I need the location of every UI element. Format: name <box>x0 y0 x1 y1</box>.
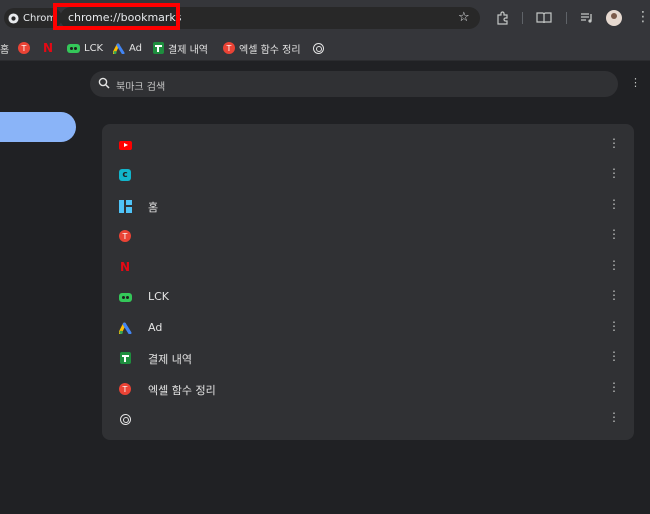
bookmark-bar-item-netflix[interactable]: N <box>43 40 53 56</box>
row-more-icon[interactable]: ⋮ <box>608 349 620 363</box>
toolbar-divider <box>566 12 567 24</box>
youtube-icon <box>118 138 132 152</box>
bookmark-label: Ad <box>148 321 163 334</box>
bookmark-list-card: ⋮ c ⋮ 홈 ⋮ T ⋮ N ⋮ LCK ⋮ Ad ⋮ 결제 내역 ⋮ T 엑… <box>102 124 634 440</box>
row-more-icon[interactable]: ⋮ <box>608 410 620 424</box>
bookmark-row[interactable]: T 엑셀 함수 정리 ⋮ <box>102 374 634 404</box>
row-more-icon[interactable]: ⋮ <box>608 166 620 180</box>
bookmark-bar-label: 엑셀 함수 정리 <box>239 44 301 56</box>
row-more-icon[interactable]: ⋮ <box>608 380 620 394</box>
search-icon <box>98 77 110 89</box>
row-more-icon[interactable]: ⋮ <box>608 319 620 333</box>
red-circle-icon: T <box>18 42 30 54</box>
red-circle-icon: T <box>223 42 235 54</box>
bookmark-label: 엑셀 함수 정리 <box>148 384 216 397</box>
dashboard-icon <box>118 199 132 213</box>
site-chip-label: Chrom <box>23 12 57 24</box>
bookmark-label: 홈 <box>148 201 159 214</box>
bookmark-bar-item-excel[interactable]: T 엑셀 함수 정리 <box>223 40 301 56</box>
extensions-icon[interactable] <box>496 9 510 27</box>
browser-toolbar: Chrom chrome://bookmarks ☆ ⋮ <box>0 0 650 36</box>
sheets-icon <box>153 42 164 54</box>
sidebar-item-selected[interactable] <box>0 112 76 142</box>
bookmark-bar-label: 결제 내역 <box>168 44 208 56</box>
bookmark-bar-item-ad[interactable]: Ad <box>113 40 142 56</box>
bookmark-bar-label: Ad <box>129 42 143 54</box>
row-more-icon[interactable]: ⋮ <box>608 288 620 302</box>
search-input[interactable]: 북마크 검색 <box>116 78 165 93</box>
bookmark-row[interactable]: Ad ⋮ <box>102 313 634 343</box>
globe-icon <box>118 412 132 426</box>
more-menu-icon[interactable]: ⋮ <box>636 9 650 25</box>
bookmark-bar-item-payments[interactable]: 결제 내역 <box>153 40 208 56</box>
bookmarks-bar: 홈 T N LCK Ad 결제 내역 T 엑셀 함수 정리 <box>0 36 650 61</box>
google-ads-icon <box>113 43 125 54</box>
media-control-icon[interactable] <box>580 9 594 27</box>
globe-icon <box>313 42 324 54</box>
bookmark-search-bar[interactable]: 북마크 검색 <box>90 71 618 97</box>
bookmark-bar-item-lck[interactable]: LCK <box>67 40 103 56</box>
row-more-icon[interactable]: ⋮ <box>608 258 620 272</box>
page-more-menu-icon[interactable]: ⋮ <box>630 76 641 89</box>
bookmark-row[interactable]: c ⋮ <box>102 160 634 190</box>
highlight-box <box>53 3 180 30</box>
netflix-icon: N <box>119 260 131 274</box>
bookmark-bar-item-globe[interactable] <box>313 40 324 56</box>
bookmark-row[interactable]: 홈 ⋮ <box>102 191 634 221</box>
red-circle-icon: T <box>118 382 132 396</box>
teal-app-icon: c <box>118 168 132 182</box>
bookmark-row[interactable]: N ⋮ <box>102 252 634 282</box>
bookmark-row[interactable]: ⋮ <box>102 130 634 160</box>
google-ads-icon <box>118 321 132 335</box>
bookmark-label: 결제 내역 <box>148 353 192 366</box>
reading-mode-icon[interactable] <box>536 9 552 27</box>
bookmark-row[interactable]: 결제 내역 ⋮ <box>102 343 634 373</box>
bookmark-row[interactable]: LCK ⋮ <box>102 282 634 312</box>
bookmark-bar-label: 홈 <box>0 44 10 56</box>
toolbar-divider <box>522 12 523 24</box>
netflix-icon: N <box>43 41 54 55</box>
lck-icon <box>118 290 132 304</box>
bookmark-row[interactable]: T ⋮ <box>102 221 634 251</box>
row-more-icon[interactable]: ⋮ <box>608 197 620 211</box>
bookmark-label: LCK <box>148 290 170 303</box>
bookmark-bar-item-home[interactable]: 홈 <box>0 40 9 56</box>
sheets-icon <box>118 351 132 365</box>
chrome-icon <box>8 12 19 24</box>
star-icon[interactable]: ☆ <box>458 10 470 25</box>
bookmark-bar-label: LCK <box>84 42 104 54</box>
lck-icon <box>67 43 80 53</box>
row-more-icon[interactable]: ⋮ <box>608 136 620 150</box>
red-circle-icon: T <box>118 229 132 243</box>
bookmark-row[interactable]: ⋮ <box>102 404 634 434</box>
profile-avatar[interactable] <box>606 10 622 26</box>
bookmark-bar-item-red[interactable]: T <box>18 40 30 56</box>
row-more-icon[interactable]: ⋮ <box>608 227 620 241</box>
